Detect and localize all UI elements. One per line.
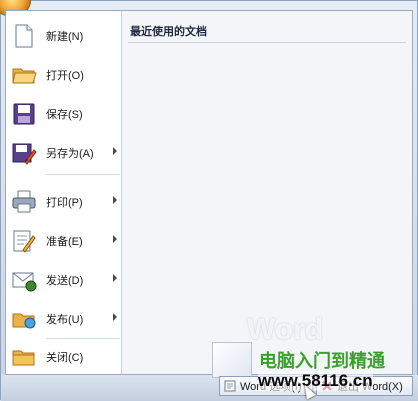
watermark-word-logo: [212, 342, 252, 378]
office-menu-window: 新建(N) 打开(O) 保存(S) 另存为(A) 打印(P) 准备(E) 发送(…: [0, 0, 418, 401]
menu-item-close[interactable]: 关闭(C): [6, 338, 121, 376]
menu-item-label: 打印(P): [46, 197, 83, 209]
submenu-arrow-icon: [113, 196, 117, 204]
submenu-arrow-icon: [113, 313, 117, 321]
submenu-arrow-icon: [113, 147, 117, 155]
menu-item-label: 准备(E): [46, 236, 83, 248]
menu-item-label: 发布(U): [46, 314, 84, 326]
menu-item-label: 关闭(C): [46, 352, 84, 364]
menu-separator: [46, 174, 120, 175]
new-document-icon: [11, 23, 37, 49]
close-folder-icon: [11, 344, 37, 370]
submenu-arrow-icon: [113, 235, 117, 243]
menu-item-open[interactable]: 打开(O): [6, 56, 121, 94]
menu-item-label: 发送(D): [46, 275, 84, 287]
save-as-icon: [11, 140, 37, 166]
publish-icon: [11, 306, 37, 332]
watermark-brand: Word: [247, 313, 324, 346]
watermark-url: www.58116.cn: [258, 371, 373, 391]
watermark-site-name: 电脑入门到精通: [259, 351, 385, 371]
menu-item-print[interactable]: 打印(P): [6, 183, 121, 221]
send-mail-icon: [11, 267, 37, 293]
recent-documents-title: 最近使用的文档: [130, 26, 207, 38]
menu-item-save-as[interactable]: 另存为(A): [6, 134, 121, 172]
options-icon: [224, 380, 236, 392]
submenu-arrow-icon: [113, 274, 117, 282]
menu-item-prepare[interactable]: 准备(E): [6, 222, 121, 260]
menu-item-save[interactable]: 保存(S): [6, 95, 121, 133]
menu-commands: 新建(N) 打开(O) 保存(S) 另存为(A) 打印(P) 准备(E) 发送(…: [6, 11, 122, 374]
save-disk-icon: [11, 101, 37, 127]
menu-item-label: 新建(N): [46, 31, 84, 43]
printer-icon: [11, 189, 37, 215]
recent-divider: [128, 42, 406, 43]
menu-item-send[interactable]: 发送(D): [6, 261, 121, 299]
menu-item-label: 打开(O): [46, 70, 84, 82]
menu-item-new[interactable]: 新建(N): [6, 17, 121, 55]
menu-item-publish[interactable]: 发布(U): [6, 300, 121, 338]
menu-item-label: 保存(S): [46, 109, 83, 121]
open-folder-icon: [11, 62, 37, 88]
office-menu: 新建(N) 打开(O) 保存(S) 另存为(A) 打印(P) 准备(E) 发送(…: [5, 10, 413, 375]
menu-item-label: 另存为(A): [46, 148, 94, 160]
prepare-icon: [11, 228, 37, 254]
